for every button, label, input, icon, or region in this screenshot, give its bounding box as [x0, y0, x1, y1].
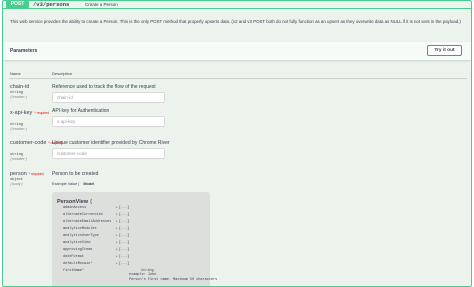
expand-arrow-icon: ▸	[116, 234, 118, 237]
property-value-text: [...]	[118, 255, 130, 259]
param-location: (body)	[10, 183, 23, 187]
property-name: analyticsUserType	[63, 234, 99, 238]
property-value-text: [...]	[118, 262, 130, 266]
expand-arrow-icon: ▸	[116, 213, 118, 216]
property-note: Person's First name. Maximum 50 characte…	[129, 278, 218, 282]
expand-arrow-icon: ▸	[116, 248, 118, 251]
example-model-switch: Example Value | Model	[52, 182, 95, 186]
param-type: object	[10, 178, 23, 182]
param-description: API key for Authentication	[52, 108, 110, 114]
param-type: string	[10, 91, 23, 95]
operation-path: /v3/persons	[33, 1, 70, 8]
required-marker: * required	[34, 111, 50, 115]
column-header-description: Description	[52, 71, 73, 76]
x-api-key-input[interactable]: x-api-key	[52, 116, 165, 127]
expand-arrow-icon: ▸	[116, 241, 118, 244]
model-property[interactable]: alternateCurrencies ▸[...]	[63, 212, 203, 218]
param-name-text: person	[10, 171, 27, 177]
chain-id-input[interactable]: chain-id	[52, 92, 165, 103]
param-name-text: chain-id	[10, 84, 30, 90]
expand-arrow-icon: ▸	[116, 206, 118, 209]
property-name: analyticsModules	[63, 227, 97, 231]
property-value-text: [...]	[118, 213, 130, 217]
model-property[interactable]: analyticsView ▸[...]	[63, 240, 203, 246]
param-name-text: x-api-key	[10, 110, 33, 116]
property-value-text: [...]	[118, 206, 130, 210]
parameters-title: Parameters	[10, 48, 38, 54]
model-property[interactable]: adminAccess ▸[...]	[63, 205, 203, 211]
model-property[interactable]: analyticsModules ▸[...]	[63, 226, 203, 232]
property-name: dateFormat	[63, 255, 85, 259]
expand-arrow-icon: ▸	[116, 255, 118, 258]
example-value-tab[interactable]: Example Value	[52, 182, 77, 186]
property-name: analyticsView	[63, 241, 91, 245]
property-value-text: [...]	[118, 241, 130, 245]
param-description: Person to be created	[52, 171, 99, 177]
property-value: ▸[...]	[116, 247, 129, 253]
param-name-chain-id: chain-id	[10, 84, 29, 90]
property-value-text: [...]	[118, 227, 130, 231]
property-name: alternateCurrencies	[63, 213, 103, 217]
param-location: (header)	[10, 128, 28, 132]
property-value: ▸[...]	[116, 240, 129, 246]
property-name: firstName*	[63, 269, 85, 273]
property-value-text: [...]	[118, 220, 130, 224]
expand-arrow-icon: ▸	[116, 262, 118, 265]
model-property[interactable]: dateFormat ▸[...]	[63, 254, 203, 260]
property-name: alternateEmailAddresses	[63, 220, 112, 224]
property-name: defaultMosaic*	[63, 262, 93, 266]
operation-header[interactable]: POST /v3/persons Create a Person	[3, 1, 471, 9]
param-location: (header)	[10, 96, 28, 100]
header-divider	[9, 78, 467, 79]
model-property[interactable]: alternateEmailAddresses ▸[...]	[63, 219, 203, 225]
operation-description: This web service provides the ability to…	[10, 19, 461, 24]
method-badge: POST	[6, 1, 29, 8]
param-location: (header)	[10, 158, 28, 162]
param-name-x-api-key: x-api-key * required	[10, 110, 49, 116]
property-value: ▸[...]	[116, 254, 129, 260]
property-value: ▸[...]	[116, 219, 129, 225]
model-box: PersonView{ adminAccess ▸[...] alternateC…	[52, 192, 217, 286]
property-value: ▸[...]	[116, 212, 129, 218]
param-type: string	[10, 123, 23, 127]
column-header-name: Name	[10, 71, 21, 76]
parameters-bar: Parameters Try it out	[3, 42, 471, 60]
expand-arrow-icon: ▸	[116, 227, 118, 230]
operation-summary: Create a Person	[85, 2, 118, 7]
model-property[interactable]: analyticsUserType ▸[...]	[63, 233, 203, 239]
param-description: Unique customer identifier provided by C…	[52, 140, 170, 146]
param-type: string	[10, 153, 23, 157]
param-name-person: person * required	[10, 171, 44, 177]
property-name: adminAccess	[63, 206, 87, 210]
customer-code-input[interactable]: customer-code	[52, 148, 165, 159]
param-description: Reference used to track the flow of the …	[52, 84, 156, 90]
operation-block: POST /v3/persons Create a Person This we…	[2, 0, 472, 287]
property-value-text: [...]	[118, 248, 130, 252]
property-value: ▸[...]	[116, 233, 129, 239]
model-tab[interactable]: Model	[83, 182, 94, 186]
property-value-text: [...]	[118, 234, 130, 238]
property-value: ▸[...]	[116, 226, 129, 232]
expand-arrow-icon: ▸	[116, 220, 118, 223]
model-property[interactable]: approvingItems ▸[...]	[63, 247, 203, 253]
param-name-text: customer-code	[10, 140, 47, 146]
try-it-out-button[interactable]: Try it out	[427, 45, 462, 56]
property-value: ▸[...]	[116, 205, 129, 211]
property-name: approvingItems	[63, 248, 93, 252]
required-marker: * required	[28, 172, 44, 176]
property-value: ▸[...]	[116, 261, 129, 267]
model-property[interactable]: defaultMosaic* ▸[...]	[63, 261, 203, 267]
